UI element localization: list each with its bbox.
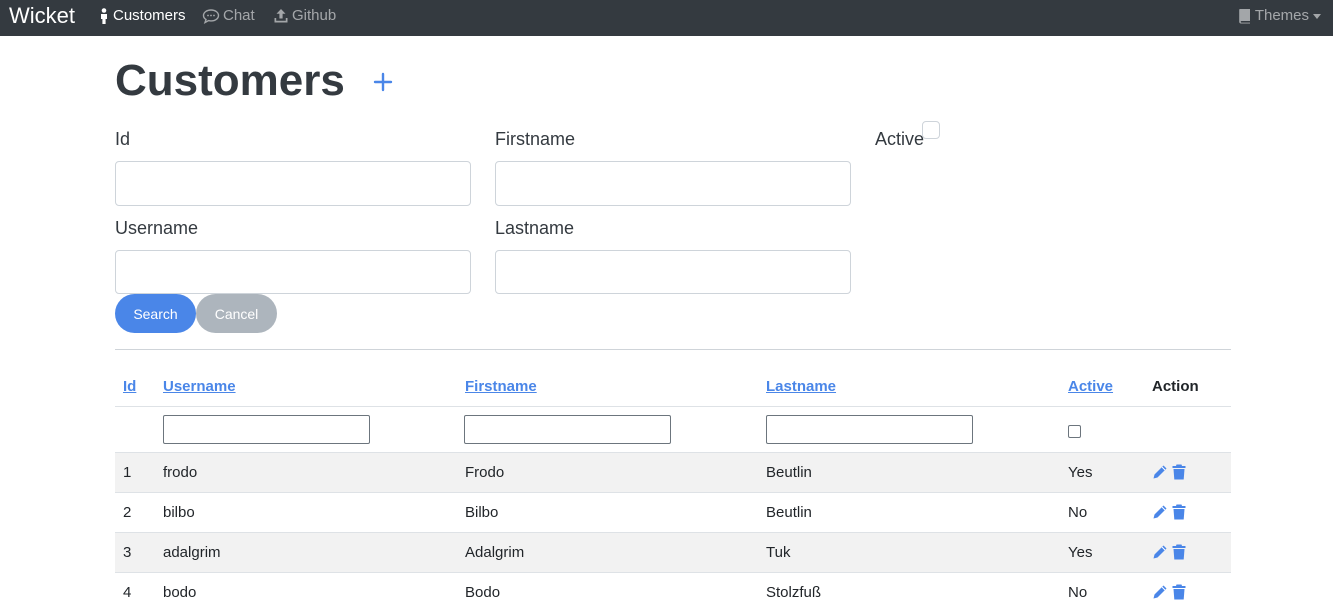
cell-lastname: Tuk [766,544,791,561]
active-checkbox[interactable] [922,121,940,139]
divider [115,349,1231,350]
header-active[interactable]: Active [1068,378,1113,396]
pencil-icon[interactable] [1152,464,1168,480]
nav-chat[interactable]: Chat [202,7,255,25]
chat-bubble-icon [202,9,220,24]
cell-firstname: Adalgrim [465,544,525,561]
nav-themes-label: Themes [1254,7,1309,24]
cell-lastname: Beutlin [766,504,812,521]
cell-id: 4 [123,584,132,601]
trash-icon[interactable] [1172,584,1186,600]
cell-id: 3 [123,544,132,561]
header-action: Action [1152,378,1199,395]
id-label: Id [115,129,131,149]
trash-icon[interactable] [1172,504,1186,520]
header-lastname[interactable]: Lastname [766,378,836,396]
cancel-button[interactable]: Cancel [196,294,277,333]
header-id[interactable]: Id [123,378,136,396]
table-row: 2 bilbo Bilbo Beutlin No [115,493,1231,533]
nav-customers[interactable]: Customers [98,7,186,25]
row-divider [115,406,1231,407]
table-row: 1 frodo Frodo Beutlin Yes [115,453,1231,493]
row-actions [1152,504,1186,520]
cell-lastname: Stolzfuß [766,584,822,601]
cell-username: bilbo [163,504,195,521]
lastname-label: Lastname [495,218,575,238]
cell-firstname: Bilbo [465,504,499,521]
pencil-icon[interactable] [1152,584,1168,600]
header-username[interactable]: Username [163,378,236,396]
table-row: 3 adalgrim Adalgrim Tuk Yes [115,533,1231,573]
cell-username: bodo [163,584,197,601]
page-title: Customers [115,56,345,105]
username-input[interactable] [115,250,471,294]
navbar: Wicket Customers Chat Github Themes [0,0,1333,36]
trash-icon[interactable] [1172,544,1186,560]
table-row: 4 bodo Bodo Stolzfuß No [115,573,1231,613]
person-icon [101,8,107,24]
cell-lastname: Beutlin [766,464,812,481]
cell-active: Yes [1068,544,1093,561]
row-actions [1152,544,1186,560]
row-actions [1152,464,1186,480]
cell-firstname: Bodo [465,584,501,601]
cell-firstname: Frodo [465,464,505,481]
firstname-input[interactable] [495,161,851,206]
cell-active: Yes [1068,464,1093,481]
row-actions [1152,584,1186,600]
cell-id: 2 [123,504,132,521]
filter-lastname-input[interactable] [766,415,973,444]
nav-github-label: Github [292,7,337,24]
nav-github[interactable]: Github [273,7,336,25]
cell-active: No [1068,504,1088,521]
search-button[interactable]: Search [115,294,196,333]
upload-icon [274,9,288,23]
brand-logo[interactable]: Wicket [9,3,75,29]
nav-themes-dropdown[interactable]: Themes [1238,7,1321,25]
filter-active-checkbox[interactable] [1068,425,1081,438]
caret-down-icon [1313,13,1321,19]
id-input[interactable] [115,161,471,206]
pencil-icon[interactable] [1152,544,1168,560]
book-icon [1239,9,1250,24]
header-firstname[interactable]: Firstname [465,378,537,396]
cell-id: 1 [123,464,132,481]
lastname-input[interactable] [495,250,851,294]
pencil-icon[interactable] [1152,504,1168,520]
username-label: Username [115,218,199,238]
cell-username: frodo [163,464,198,481]
cell-active: No [1068,584,1088,601]
active-label: Active [875,129,925,149]
filter-firstname-input[interactable] [464,415,671,444]
filter-username-input[interactable] [163,415,370,444]
trash-icon[interactable] [1172,464,1186,480]
nav-chat-label: Chat [223,7,255,24]
firstname-label: Firstname [495,129,576,149]
cell-username: adalgrim [163,544,221,561]
nav-customers-label: Customers [113,7,186,24]
plus-icon[interactable] [371,70,395,94]
